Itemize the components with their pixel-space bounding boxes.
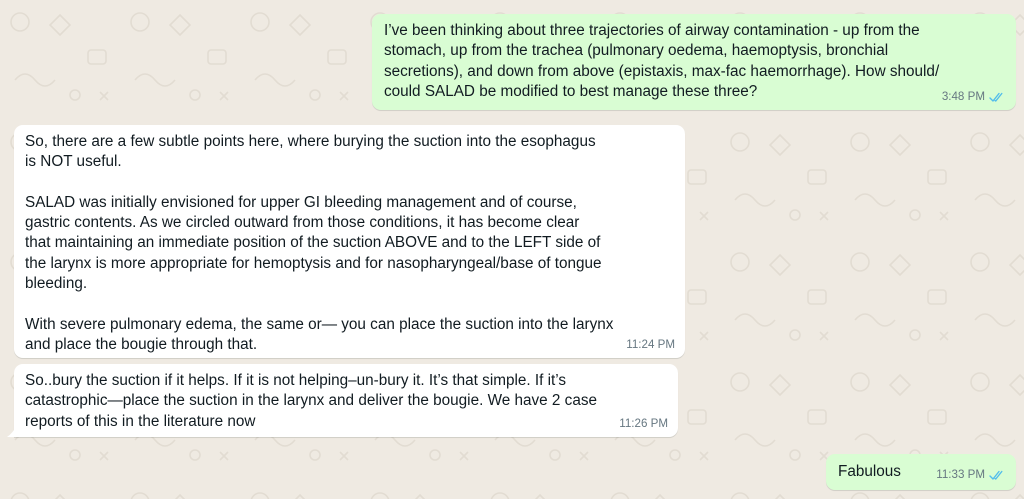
double-check-icon (989, 92, 1003, 102)
message-time: 11:33 PM (936, 468, 985, 481)
message-bubble-outgoing[interactable]: Fabulous 11:33 PM (826, 454, 1016, 490)
message-time: 11:26 PM (619, 417, 668, 430)
double-check-icon (989, 470, 1003, 480)
message-meta: 11:26 PM (619, 417, 668, 431)
message-bubble-incoming[interactable]: So, there are a few subtle points here, … (14, 125, 685, 358)
message-time: 3:48 PM (941, 90, 985, 103)
message-text: I’ve been thinking about three trajector… (384, 22, 940, 100)
message-bubble-incoming[interactable]: So..bury the suction if it helps. If it … (7, 364, 678, 437)
message-text: So..bury the suction if it helps. If it … (25, 372, 597, 430)
message-meta: 11:33 PM (936, 468, 1006, 482)
message-meta: 3:48 PM (942, 90, 1006, 104)
bubble-tail (7, 425, 17, 437)
message-bubble-outgoing[interactable]: I’ve been thinking about three trajector… (372, 14, 1016, 110)
message-meta: 11:24 PM (626, 338, 675, 352)
message-text: So, there are a few subtle points here, … (25, 133, 614, 353)
message-time: 11:24 PM (626, 338, 675, 351)
